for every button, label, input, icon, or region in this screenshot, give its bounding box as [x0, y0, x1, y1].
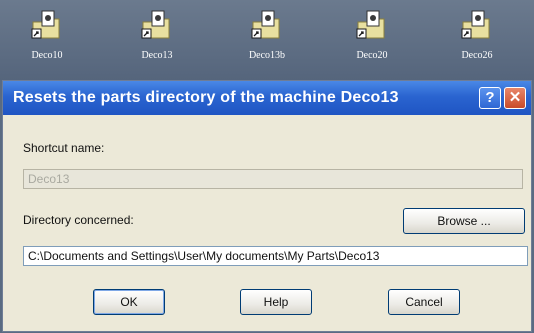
desktop: Deco10 Deco13 Deco13b Deco20 Deco26	[0, 0, 534, 80]
desktop-icon-deco13b[interactable]: Deco13b	[232, 6, 302, 72]
desktop-icon-deco13[interactable]: Deco13	[122, 6, 192, 72]
directory-field[interactable]: C:\Documents and Settings\User\My docume…	[23, 246, 528, 266]
cancel-button[interactable]: Cancel	[388, 289, 460, 315]
desktop-icon-deco26[interactable]: Deco26	[442, 6, 512, 72]
dialog-title: Resets the parts directory of the machin…	[13, 89, 399, 106]
desktop-icon-deco20[interactable]: Deco20	[337, 6, 407, 72]
dialog-title-bar[interactable]: Resets the parts directory of the machin…	[3, 81, 531, 115]
shortcut-folder-icon	[249, 8, 285, 44]
desktop-icon-label: Deco20	[356, 50, 388, 61]
help-icon[interactable]: ?	[479, 87, 501, 109]
shortcut-name-label: Shortcut name:	[23, 141, 105, 155]
browse-button[interactable]: Browse ...	[403, 208, 525, 234]
shortcut-folder-icon	[139, 8, 175, 44]
directory-concerned-label: Directory concerned:	[23, 213, 134, 227]
help-button[interactable]: Help	[240, 289, 312, 315]
close-icon[interactable]: ✕	[504, 87, 526, 109]
shortcut-folder-icon	[354, 8, 390, 44]
desktop-icon-label: Deco10	[31, 50, 63, 61]
shortcut-folder-icon	[29, 8, 65, 44]
desktop-icon-deco10[interactable]: Deco10	[12, 6, 82, 72]
reset-directory-dialog: Resets the parts directory of the machin…	[2, 80, 532, 332]
desktop-icon-label: Deco13b	[248, 50, 286, 61]
ok-button[interactable]: OK	[93, 289, 165, 315]
desktop-icon-label: Deco26	[461, 50, 493, 61]
shortcut-name-field: Deco13	[23, 169, 523, 189]
shortcut-folder-icon	[459, 8, 495, 44]
desktop-icon-label: Deco13	[141, 50, 173, 61]
